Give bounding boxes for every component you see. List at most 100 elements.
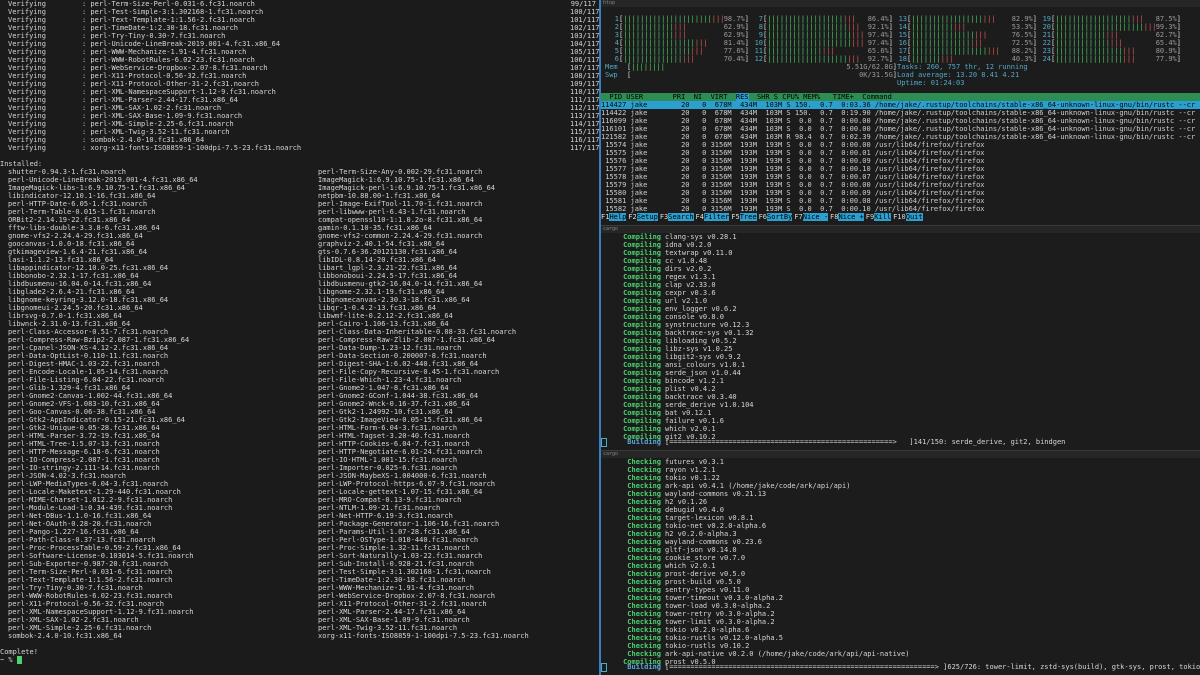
- check-row: Checking sentry-types v0.11.0: [601, 586, 1200, 594]
- installed-row: perl-Text-Template-1:1.56-2.fc31.noarch p…: [0, 576, 599, 584]
- process-row[interactable]: 15575 jake 20 0 3156M 193M 193M S 0.0 0.…: [601, 149, 1200, 157]
- installed-package: perl-IO-HTML-1.001-15.fc31.noarch: [318, 456, 458, 464]
- fkey-f1[interactable]: F1: [601, 213, 609, 221]
- text-cursor: [16, 656, 22, 664]
- verify-row: Verifying: perl-Term-Size-Perl-0.031-6.f…: [0, 0, 599, 8]
- check-verb: Checking: [627, 642, 661, 650]
- cpu-percent: 62.7%: [1155, 31, 1177, 39]
- compile-row: Compiling bincode v1.2.1: [601, 377, 1200, 385]
- verify-label: Verifying: [8, 120, 46, 128]
- fkey-f2[interactable]: F2: [628, 213, 636, 221]
- fkey-label[interactable]: Nice -: [802, 213, 829, 221]
- verify-label: Verifying: [8, 136, 46, 144]
- cpu-number: 20: [1042, 23, 1051, 31]
- process-row[interactable]: 15579 jake 20 0 3156M 193M 193M S 0.0 0.…: [601, 181, 1200, 189]
- cpu-number: 19: [1042, 15, 1051, 23]
- cpu-meter: 18[|||||||||| 40.3%]: [893, 55, 1037, 63]
- cpu-usage-fill: |||||||||||||||||: [911, 39, 983, 47]
- verify-count: 111/117: [570, 96, 599, 104]
- process-row[interactable]: 15576 jake 20 0 3156M 193M 193M S 0.0 0.…: [601, 157, 1200, 165]
- sort-column-res[interactable]: RES: [735, 93, 749, 101]
- verify-package: : perl-XML-SAX-1.02-2.fc31.noarch: [82, 104, 222, 112]
- fkey-label[interactable]: Filter: [703, 213, 730, 221]
- installed-row: perl-HTML-Tree-1:5.07-13.fc31.noarch perl…: [0, 440, 599, 448]
- crate-name: cookie_store v0.7.0: [665, 554, 746, 562]
- htop-pane[interactable]: htop 1[|||||||||||||||||||||||| 98.7%] 2[|…: [601, 0, 1200, 225]
- fkey-label[interactable]: Kill: [874, 213, 892, 221]
- process-row[interactable]: 121582 jake 20 0 678M 434M 103M R 98.4 0…: [601, 133, 1200, 141]
- installed-package: graphviz-2.40.1-54.fc31.x86_64: [318, 240, 445, 248]
- crate-name: tower-timeout v0.3.0-alpha.2: [665, 594, 784, 602]
- installed-package: perl-Digest-SHA-1:6.02-440.fc31.x86_64: [318, 360, 479, 368]
- check-verb: Checking: [627, 578, 661, 586]
- build-progress: Building [===============================…: [601, 663, 1200, 672]
- fkey-f4[interactable]: F4: [696, 213, 704, 221]
- fkey-f8[interactable]: F8: [830, 213, 838, 221]
- check-row: Checking tokio-rustls v0.12.0-alpha.5: [601, 634, 1200, 642]
- installed-package: perl-Sub-Exporter-0.987-20.fc31.noarch: [8, 560, 169, 568]
- fkey-label[interactable]: Setup: [636, 213, 658, 221]
- compile-row: Compiling url v2.1.0: [601, 297, 1200, 305]
- fkey-f9[interactable]: F9: [866, 213, 874, 221]
- installed-row: libgnome-keyring-3.12.0-18.fc31.x86_64 li…: [0, 296, 599, 304]
- fkey-label[interactable]: Search: [668, 213, 694, 221]
- cargo-check-pane[interactable]: cargo Checking futures v0.3.1 Checking rayo…: [601, 450, 1200, 675]
- crate-name: prost-derive v0.5.0: [665, 570, 746, 578]
- installed-package: librsvg-0.7.0-1.fc31.x86_64: [8, 312, 122, 320]
- process-row[interactable]: 114427 jake 20 0 678M 434M 103M S 150. 0…: [601, 101, 1200, 109]
- installed-row: perl-Term-Size-Perl-0.031-6.fc31.noarch p…: [0, 568, 599, 576]
- fkey-f7[interactable]: F7: [794, 213, 802, 221]
- verify-row: Verifying: perl-XML-Twig-3.52-11.fc31.no…: [0, 128, 599, 136]
- process-row[interactable]: 114422 jake 20 0 678M 434M 103M S 150. 0…: [601, 109, 1200, 117]
- installed-package: perl-Gnome2-GConf-1.044-38.fc31.x86_64: [318, 392, 479, 400]
- installed-row: perl-Goo-Canvas-0.06-38.fc31.x86_64 perl-…: [0, 408, 599, 416]
- fkey-label[interactable]: Nice +: [838, 213, 864, 221]
- installed-row: ImageMagick-libs-1:6.9.10.75-1.fc31.x86_…: [0, 184, 599, 192]
- installed-package: perl-Gtk2-Unique-0.05-28.fc31.x86_64: [8, 424, 160, 432]
- fkey-label[interactable]: Tree: [739, 213, 757, 221]
- fkey-f10[interactable]: F10: [893, 213, 906, 221]
- cargo-build-pane[interactable]: cargo Compiling clang-sys v0.28.1 Compilin…: [601, 225, 1200, 450]
- crate-name: wayland-commons v0.23.6: [665, 538, 762, 546]
- fkey-f5[interactable]: F5: [731, 213, 739, 221]
- installed-row: libgnomeui-2.24.5-20.fc31.x86_64 libqr-1-…: [0, 304, 599, 312]
- cpu-usage-fill: |||||||||||||||||||: [1055, 47, 1136, 55]
- installed-package: perl-Data-OptList-0.110-11.fc31.noarch: [8, 352, 169, 360]
- verify-count: 104/117: [570, 40, 599, 48]
- installed-package: perl-X11-Protocol-0.56-32.fc31.noarch: [8, 600, 164, 608]
- process-row[interactable]: 116101 jake 20 0 678M 434M 103M S 0.0 0.…: [601, 125, 1200, 133]
- installed-row: perl-Gtk2-Unique-0.05-28.fc31.x86_64 perl…: [0, 424, 599, 432]
- compile-verb: Compiling: [623, 377, 661, 385]
- crate-name: h2 v0.2.0-alpha.3: [665, 530, 737, 538]
- process-row[interactable]: 15578 jake 20 0 3156M 193M 193M S 0.0 0.…: [601, 173, 1200, 181]
- installed-package: perl-HTML-Form-6.04-3.fc31.noarch: [318, 424, 458, 432]
- cpu-meter: 7[||||||||||||||||||||| 86.4%]: [749, 15, 893, 23]
- process-row[interactable]: 116099 jake 20 0 678M 434M 103M S 0.0 0.…: [601, 117, 1200, 125]
- verify-row: Verifying: perl-TimeDate-1:2.30-18.fc31.…: [0, 24, 599, 32]
- cpu-usage-fill: ||||||||||||||||||||||: [767, 55, 860, 63]
- system-summary: Mem[|||||||| 5.51G/62.8G] Swp[0K/31.5G] T…: [601, 63, 1200, 87]
- installed-package: perl-Term-Table-0.015-1.fc31.noarch: [8, 208, 156, 216]
- meter-bracket: ]: [1176, 31, 1181, 39]
- compile-list: Compiling clang-sys v0.28.1 Compiling idna …: [601, 233, 1200, 441]
- process-row[interactable]: 15574 jake 20 0 3156M 193M 193M S 0.0 0.…: [601, 141, 1200, 149]
- process-row[interactable]: 15581 jake 20 0 3156M 193M 193M S 0.0 0.…: [601, 197, 1200, 205]
- process-table-header[interactable]: PID USER PRI NI VIRT RES SHR S CPU% MEM%…: [601, 93, 1200, 101]
- verify-row: Verifying: perl-WebService-Dropbox-2.07-…: [0, 64, 599, 72]
- fkey-label[interactable]: SortBy: [767, 213, 793, 221]
- fkey-f3[interactable]: F3: [660, 213, 668, 221]
- fkey-f6[interactable]: F6: [759, 213, 767, 221]
- process-row[interactable]: 15582 jake 20 0 3156M 193M 193M S 0.0 0.…: [601, 205, 1200, 213]
- process-row[interactable]: 15580 jake 20 0 3156M 193M 193M S 0.0 0.…: [601, 189, 1200, 197]
- shell-prompt[interactable]: ~ %: [0, 656, 599, 664]
- installed-package: perl-Gtk2-ImageView-0.05-15.fc31.x86_64: [318, 416, 483, 424]
- verify-count: 113/117: [570, 112, 599, 120]
- installed-row: gtkimageview-1.6.4-21.fc31.x86_64 gts-0.7…: [0, 248, 599, 256]
- fkey-label[interactable]: Help: [609, 213, 627, 221]
- process-row[interactable]: 15577 jake 20 0 3156M 193M 193M S 0.0 0.…: [601, 165, 1200, 173]
- fkey-label[interactable]: Quit: [905, 213, 923, 221]
- check-verb: Checking: [627, 458, 661, 466]
- terminal-dnf-output[interactable]: Verifying: perl-Term-Size-Perl-0.031-6.f…: [0, 0, 599, 675]
- process-list[interactable]: 114427 jake 20 0 678M 434M 103M S 150. 0…: [601, 101, 1200, 213]
- installed-package: gnome-vfs2-common-2.24.4-29.fc31.noarch: [318, 232, 483, 240]
